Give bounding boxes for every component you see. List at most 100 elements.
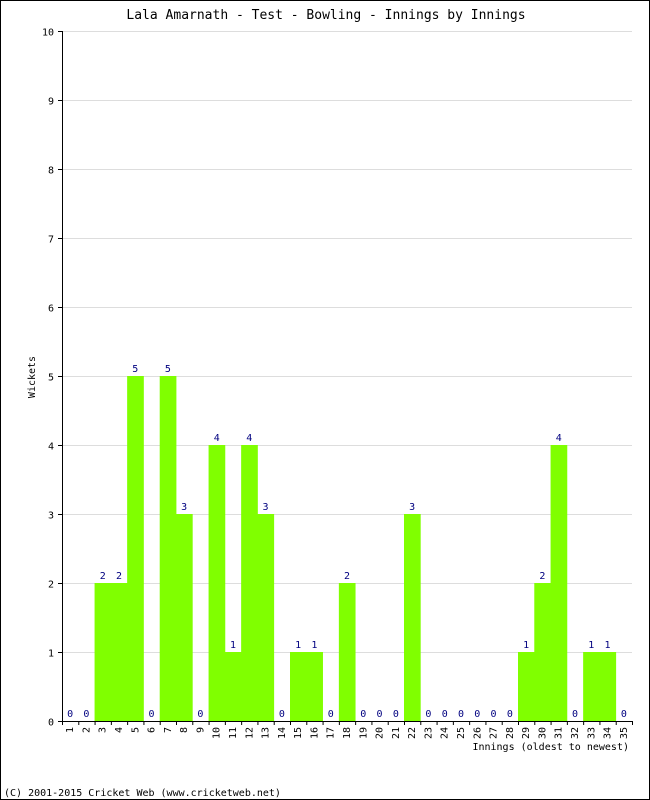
x-tick-label: 21 [391, 727, 402, 739]
y-tick-labels: 0 1 2 3 4 5 6 7 8 9 10 [42, 28, 54, 729]
bar [208, 445, 226, 721]
data-label: 0 [149, 709, 155, 720]
data-label: 1 [295, 640, 301, 651]
x-axis-label: Innings (oldest to newest) [472, 742, 629, 753]
data-label: 0 [474, 709, 480, 720]
x-tick-label: 14 [277, 727, 288, 739]
bar [599, 652, 617, 721]
x-tick-label: 9 [195, 727, 206, 733]
data-label: 2 [116, 571, 122, 582]
y-axis-label: Wickets [27, 356, 38, 398]
x-tick-label: 24 [440, 727, 451, 739]
bar [224, 652, 242, 721]
data-label: 1 [588, 640, 594, 651]
data-label: 4 [556, 433, 562, 444]
bar [518, 652, 535, 721]
data-label: 0 [197, 709, 203, 720]
x-tick-label: 25 [456, 727, 467, 739]
x-tick-label: 20 [375, 727, 386, 739]
data-label: 1 [523, 640, 529, 651]
y-tick-label: 3 [48, 511, 54, 522]
data-label: 0 [67, 709, 73, 720]
data-label: 2 [539, 571, 545, 582]
x-tick-label: 8 [179, 727, 190, 733]
data-label: 3 [409, 502, 415, 513]
x-tick-label: 22 [407, 727, 418, 739]
data-label: 4 [214, 433, 220, 444]
x-tick-label: 10 [212, 727, 223, 739]
bar [176, 514, 193, 721]
chart-title: Lala Amarnath - Test - Bowling - Innings… [126, 8, 525, 23]
x-tick-label: 27 [489, 727, 500, 739]
x-tick-label: 7 [163, 727, 174, 733]
data-label: 0 [507, 709, 513, 720]
x-tick-label: 33 [586, 727, 597, 739]
x-tick-label: 6 [147, 727, 158, 733]
x-tick-labels: 1 2 3 4 5 6 7 8 9 10 11 12 13 14 15 16 17 18 19 20 21 22 23 24 2… [65, 727, 630, 739]
data-label: 2 [344, 571, 350, 582]
bar [583, 652, 600, 721]
y-tick-label: 9 [48, 97, 54, 108]
y-tick-label: 2 [48, 580, 54, 591]
x-tick-label: 32 [570, 727, 581, 739]
data-label: 0 [360, 709, 366, 720]
y-tick-label: 1 [48, 649, 54, 660]
data-label: 5 [165, 364, 171, 375]
data-label: 3 [181, 502, 187, 513]
x-tick-label: 29 [521, 727, 532, 739]
data-label: 1 [605, 640, 611, 651]
bar [290, 652, 307, 721]
bar [110, 583, 128, 721]
data-label: 0 [442, 709, 448, 720]
bar [257, 514, 275, 721]
data-label: 1 [311, 640, 317, 651]
x-tick-label: 17 [326, 727, 337, 739]
bar [338, 583, 356, 721]
grid-lines [62, 31, 632, 653]
bar [159, 376, 177, 721]
x-tick-label: 4 [114, 727, 125, 733]
x-tick-label: 18 [342, 727, 353, 739]
y-tick-label: 4 [48, 442, 54, 453]
data-label: 0 [83, 709, 89, 720]
x-tick-label: 12 [244, 727, 255, 739]
x-tick-label: 19 [358, 727, 369, 739]
x-tick-label: 26 [472, 727, 483, 739]
data-label: 2 [100, 571, 106, 582]
bar [241, 445, 258, 721]
data-label: 0 [491, 709, 497, 720]
data-label: 0 [393, 709, 399, 720]
x-tick-label: 16 [309, 727, 320, 739]
x-tick-label: 23 [423, 727, 434, 739]
x-tick-label: 31 [554, 727, 565, 739]
bar [534, 583, 551, 721]
x-tick-label: 1 [65, 727, 76, 733]
x-tick-label: 11 [228, 727, 239, 739]
data-label: 0 [377, 709, 383, 720]
data-label: 0 [425, 709, 431, 720]
x-tick-label: 3 [98, 727, 109, 733]
data-label: 4 [246, 433, 252, 444]
bar [404, 514, 421, 721]
bar [94, 583, 112, 721]
data-label: 0 [279, 709, 285, 720]
x-tick-label: 15 [293, 727, 304, 739]
data-label: 3 [263, 502, 269, 513]
bar [550, 445, 568, 721]
y-tick-label: 5 [48, 373, 54, 384]
x-tick-label: 30 [537, 727, 548, 739]
y-tick-label: 10 [42, 28, 54, 39]
x-tick-label: 5 [130, 727, 141, 733]
copyright-footer: (C) 2001-2015 Cricket Web (www.cricketwe… [4, 788, 281, 799]
x-tick-label: 13 [261, 727, 272, 739]
chart-frame: Lala Amarnath - Test - Bowling - Innings… [0, 0, 650, 800]
y-tick-label: 0 [48, 718, 54, 729]
y-tick-label: 6 [48, 304, 54, 315]
x-tick-label: 34 [603, 727, 614, 739]
data-label: 0 [572, 709, 578, 720]
bar [127, 376, 144, 721]
bar [306, 652, 323, 721]
data-label: 0 [328, 709, 334, 720]
x-tick-label: 28 [505, 727, 516, 739]
bars [94, 376, 617, 721]
